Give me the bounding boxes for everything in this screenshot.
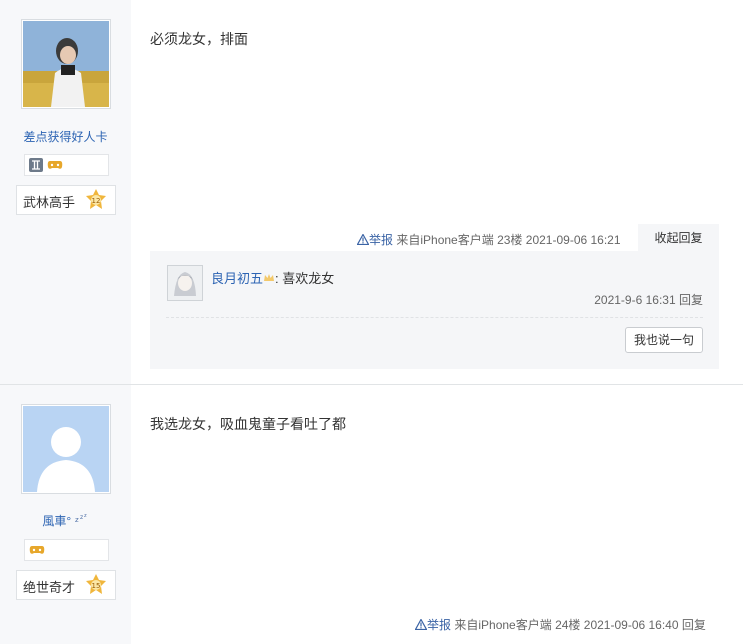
author-avatar[interactable] bbox=[21, 404, 111, 494]
post-time: 2021-09-06 16:40 bbox=[583, 618, 679, 632]
report-link[interactable]: 举报 bbox=[356, 233, 396, 247]
level-medal-icon: 15 bbox=[86, 574, 106, 594]
level-medal-icon: 12 bbox=[86, 189, 106, 209]
warning-icon bbox=[414, 618, 428, 631]
level-title: 绝世奇才 bbox=[23, 580, 76, 595]
reply-username[interactable]: 良月初五 bbox=[211, 271, 263, 286]
svg-text:z: z bbox=[84, 513, 87, 519]
floor-number: 24楼 bbox=[555, 618, 581, 632]
post-meta: 举报 来自iPhone客户端 23楼 2021-09-06 16:21 bbox=[356, 231, 621, 248]
collapse-replies-button[interactable]: 收起回复 bbox=[638, 224, 719, 252]
gemini-icon[interactable] bbox=[29, 158, 43, 172]
author-name[interactable]: 風車° bbox=[42, 514, 71, 528]
reply-divider bbox=[166, 317, 703, 318]
badge-row bbox=[24, 154, 109, 176]
author-name[interactable]: 差点获得好人卡 bbox=[0, 128, 131, 145]
svg-text:z: z bbox=[75, 516, 79, 523]
post-meta: 举报 来自iPhone客户端 24楼 2021-09-06 16:40 回复 bbox=[414, 616, 706, 633]
anime-avatar-image bbox=[168, 266, 202, 300]
reply-meta: 2021-9-6 16:31 回复 bbox=[594, 291, 703, 308]
reply-content: 良月初五 : 喜欢龙女 bbox=[211, 268, 334, 287]
sleep-zzz-icon: z z z bbox=[75, 513, 87, 524]
warning-icon bbox=[356, 233, 370, 246]
reply-text: : 喜欢龙女 bbox=[275, 271, 335, 286]
gamepad-icon[interactable] bbox=[47, 159, 63, 171]
report-label[interactable]: 举报 bbox=[427, 618, 451, 632]
vip-crown-icon bbox=[264, 274, 275, 281]
reply-time: 2021-9-6 16:31 bbox=[594, 293, 676, 307]
post-content: 必须龙女，排面 bbox=[150, 31, 248, 47]
author-name-row: 風車° z z z bbox=[0, 512, 131, 529]
floor-number: 23楼 bbox=[497, 233, 523, 247]
badge-row bbox=[24, 539, 109, 561]
post-floor-23: 差点获得好人卡 武林高手 12 必须龙女，排面 举报 来自iPhone客户端 2… bbox=[0, 0, 743, 385]
post-floor-24: 風車° z z z 绝世奇才 15 我选龙女，吸血鬼童子看吐了都 举报 来自iP… bbox=[0, 385, 743, 644]
reply-button[interactable]: 回复 bbox=[682, 618, 706, 632]
level-title: 武林高手 bbox=[23, 195, 76, 210]
post-content: 我选龙女，吸血鬼童子看吐了都 bbox=[150, 416, 346, 432]
svg-text:z: z bbox=[80, 514, 83, 521]
gamepad-icon[interactable] bbox=[29, 544, 45, 556]
level-number: 15 bbox=[92, 582, 101, 590]
say-something-button[interactable]: 我也说一句 bbox=[625, 327, 703, 353]
reply-thread: 良月初五 : 喜欢龙女 2021-9-6 16:31 回复 我也说一句 bbox=[150, 251, 719, 369]
level-badge[interactable]: 绝世奇才 15 bbox=[16, 570, 116, 600]
avatar-photo bbox=[23, 21, 109, 107]
report-label[interactable]: 举报 bbox=[369, 233, 393, 247]
author-sidebar: 差点获得好人卡 武林高手 12 bbox=[0, 0, 131, 384]
source-client: 来自iPhone客户端 bbox=[454, 618, 552, 632]
post-time: 2021-09-06 16:21 bbox=[525, 233, 621, 247]
author-sidebar: 風車° z z z 绝世奇才 15 bbox=[0, 385, 131, 644]
report-link[interactable]: 举报 bbox=[414, 618, 454, 632]
reply-button[interactable]: 回复 bbox=[679, 293, 703, 307]
level-badge[interactable]: 武林高手 12 bbox=[16, 185, 116, 215]
level-number: 12 bbox=[92, 197, 101, 205]
default-avatar-image bbox=[23, 406, 109, 492]
author-avatar[interactable] bbox=[21, 19, 111, 109]
source-client: 来自iPhone客户端 bbox=[396, 233, 494, 247]
reply-avatar[interactable] bbox=[167, 265, 203, 301]
